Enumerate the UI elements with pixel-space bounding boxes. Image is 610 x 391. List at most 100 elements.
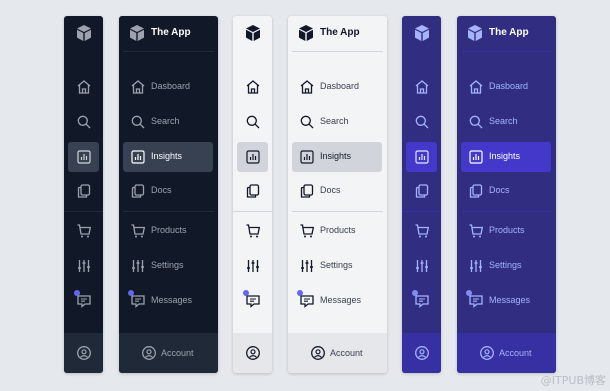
docs-icon [469,184,483,198]
watermark: @ITPUB博客 [540,374,606,387]
nav-item-dashboard[interactable] [237,72,268,102]
nav-item-messages[interactable] [237,286,268,316]
chart-icon [415,150,429,164]
account-icon [480,346,494,360]
unread-dot [128,290,134,296]
nav-label: Docs [151,185,172,195]
nav-item-messages[interactable]: Messages [461,286,552,316]
nav-item-docs[interactable]: Docs [461,176,552,206]
nav-item-search[interactable] [406,107,437,137]
logo-row: The App [119,16,218,51]
nav-item-search[interactable]: Search [461,107,552,137]
nav-item-products[interactable] [406,216,437,246]
nav-item-messages[interactable] [406,286,437,316]
app-title: The App [489,27,529,38]
home-icon [415,80,429,94]
account-footer[interactable]: Account [119,333,218,373]
nav-item-settings[interactable] [68,251,99,281]
cart-icon [300,224,315,238]
account-label: Account [330,348,363,358]
nav-label: Insights [320,151,352,161]
nav-label: Dasboard [489,81,529,91]
cart-icon [246,224,261,238]
nav-item-settings[interactable]: Settings [461,251,552,281]
unread-dot [412,290,418,296]
nav-item-docs[interactable] [237,176,268,206]
nav-item-dashboard[interactable]: Dasboard [292,72,383,102]
unread-dot [74,290,80,296]
docs-icon [415,184,429,198]
search-icon [131,115,145,129]
nav-item-messages[interactable] [68,286,99,316]
unread-dot [243,290,249,296]
cube-logo-icon [130,25,144,41]
account-icon [77,346,91,360]
nav-label: Messages [489,295,531,305]
divider [461,211,552,212]
nav-item-products[interactable]: Products [461,216,552,246]
account-icon [415,346,429,360]
nav-label: Products [320,225,356,235]
nav-item-search[interactable] [237,107,268,137]
divider [64,211,103,212]
cart-icon [77,224,92,238]
nav-item-dashboard[interactable] [68,72,99,102]
nav-item-insights[interactable]: Insights [292,142,382,172]
nav-item-search[interactable]: Search [292,107,383,137]
nav-label: Search [489,116,518,126]
account-label: Account [161,348,194,358]
sidebar-indigo-expanded: The App Dasboard Search Insights Docs Pr… [457,16,556,373]
docs-icon [131,184,145,198]
divider [402,211,441,212]
nav-item-search[interactable] [68,107,99,137]
nav-item-settings[interactable] [237,251,268,281]
nav-item-docs[interactable]: Docs [292,176,383,206]
home-icon [469,80,483,94]
account-footer[interactable]: Account [288,333,387,373]
nav-item-dashboard[interactable]: Dasboard [461,72,552,102]
nav-label: Docs [320,185,341,195]
search-icon [300,115,314,129]
sliders-icon [132,260,144,272]
nav-item-insights[interactable] [68,142,99,172]
nav-item-settings[interactable]: Settings [292,251,383,281]
divider [461,51,552,52]
nav-item-insights[interactable] [406,142,437,172]
nav-item-messages[interactable]: Messages [123,286,214,316]
nav-item-dashboard[interactable] [406,72,437,102]
nav-label: Insights [489,151,521,161]
sliders-icon [301,260,313,272]
account-footer[interactable] [64,333,103,373]
sliders-icon [416,260,428,272]
account-footer[interactable]: Account [457,333,556,373]
nav-label: Messages [320,295,362,305]
nav-item-settings[interactable]: Settings [123,251,214,281]
nav-item-search[interactable]: Search [123,107,214,137]
cube-logo-icon [415,25,429,41]
nav-item-products[interactable] [237,216,268,246]
account-footer[interactable] [233,333,272,373]
nav-item-insights[interactable]: Insights [461,142,551,172]
nav-item-insights[interactable] [237,142,268,172]
nav-item-products[interactable]: Products [292,216,383,246]
nav-label: Settings [151,260,184,270]
nav-label: Dasboard [320,81,360,91]
nav-item-products[interactable] [68,216,99,246]
nav-item-docs[interactable] [406,176,437,206]
nav-label: Search [151,116,180,126]
logo-row [233,16,272,51]
sidebar-light-expanded: The App Dasboard Search Insights Docs Pr… [288,16,387,373]
nav-item-docs[interactable]: Docs [123,176,214,206]
docs-icon [246,184,260,198]
account-footer[interactable] [402,333,441,373]
nav-item-products[interactable]: Products [123,216,214,246]
nav-item-docs[interactable] [68,176,99,206]
nav-label: Products [489,225,525,235]
cart-icon [415,224,430,238]
nav-item-insights[interactable]: Insights [123,142,213,172]
nav-item-messages[interactable]: Messages [292,286,383,316]
nav-item-dashboard[interactable]: Dasboard [123,72,214,102]
nav-item-settings[interactable] [406,251,437,281]
home-icon [246,80,260,94]
logo-row: The App [288,16,387,51]
